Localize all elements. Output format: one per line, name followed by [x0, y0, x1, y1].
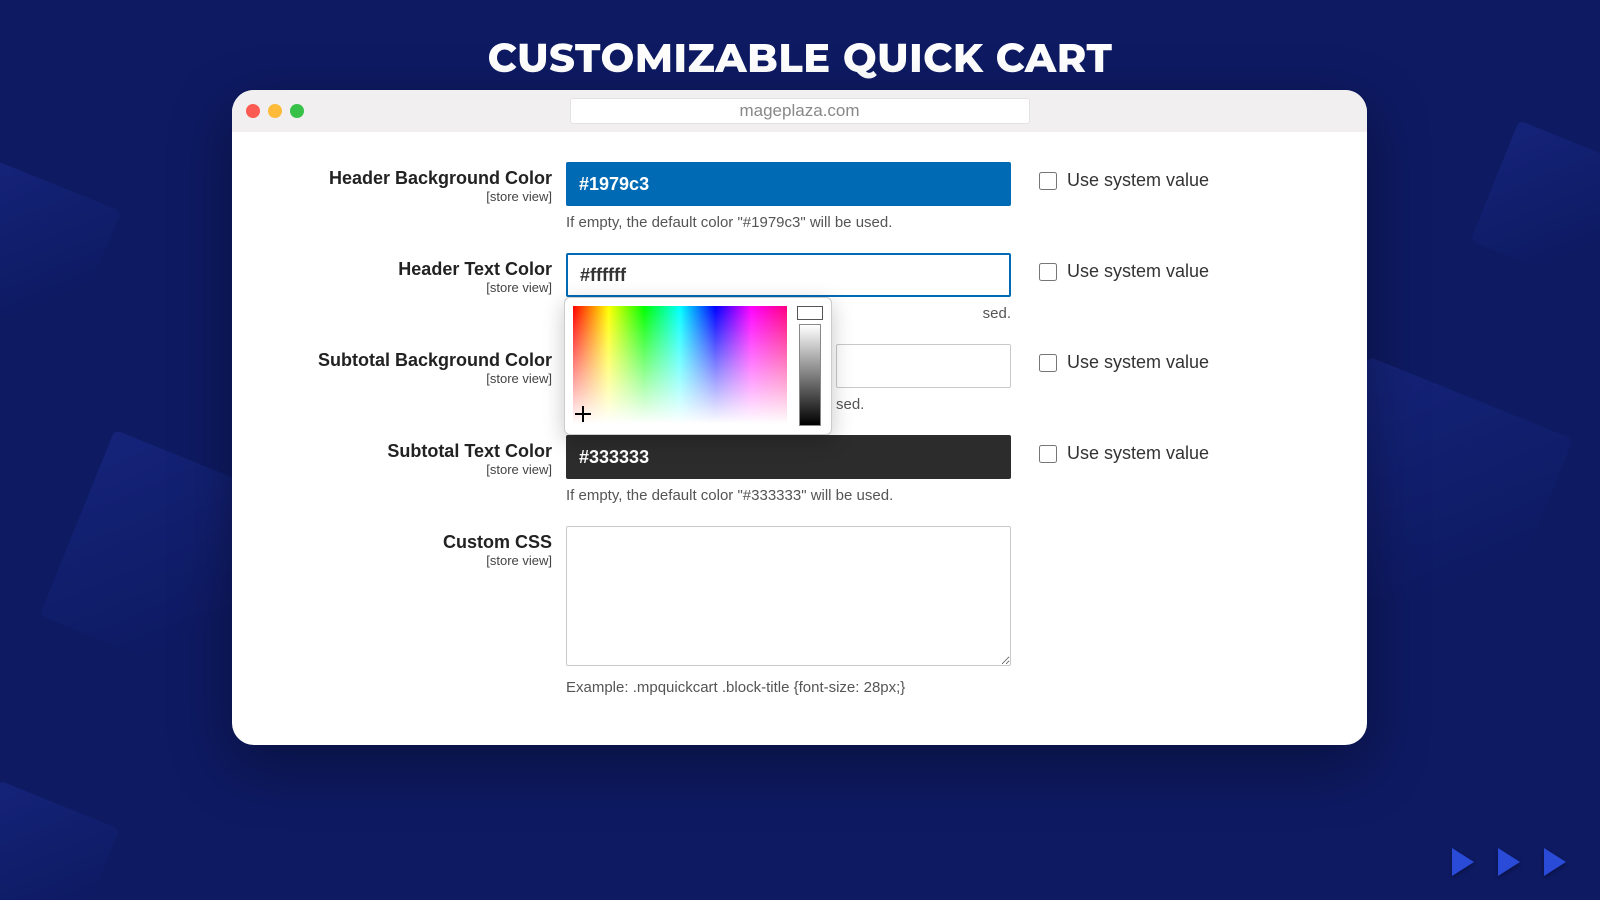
use-system-label: Use system value [1067, 170, 1209, 191]
field-hint-truncated: sed. [836, 305, 1011, 322]
address-bar[interactable]: mageplaza.com [570, 98, 1030, 124]
use-system-checkbox[interactable] [1039, 445, 1057, 463]
field-label: Header Text Color [256, 259, 552, 280]
arrow-icon [1498, 848, 1520, 876]
color-spectrum[interactable] [573, 306, 787, 424]
field-subtotal-text: Subtotal Text Color [store view] #333333… [256, 435, 1343, 504]
window-minimize-icon[interactable] [268, 104, 282, 118]
decorative-cube [1470, 120, 1600, 289]
subtotal-bg-color-input[interactable] [836, 344, 1011, 388]
use-system-label: Use system value [1067, 443, 1209, 464]
settings-form: Header Background Color [store view] #19… [232, 132, 1367, 745]
spectrum-cursor-icon [575, 406, 591, 422]
use-system-checkbox[interactable] [1039, 172, 1057, 190]
field-label: Subtotal Background Color [256, 350, 552, 371]
field-scope: [store view] [256, 553, 552, 568]
field-scope: [store view] [256, 462, 552, 477]
field-scope: [store view] [256, 280, 552, 295]
use-system-checkbox[interactable] [1039, 263, 1057, 281]
use-system-label: Use system value [1067, 352, 1209, 373]
field-hint: If empty, the default color "#1979c3" wi… [566, 214, 1011, 231]
decorative-cube [0, 159, 121, 341]
browser-window: mageplaza.com Header Background Color [s… [232, 90, 1367, 745]
field-header-bg: Header Background Color [store view] #19… [256, 162, 1343, 231]
field-custom-css: Custom CSS [store view] Example: .mpquic… [256, 526, 1343, 696]
lightness-slider[interactable] [799, 324, 821, 426]
field-label: Subtotal Text Color [256, 441, 552, 462]
decorative-cube [0, 780, 120, 900]
header-text-color-input[interactable]: #ffffff [566, 253, 1011, 297]
use-system-label: Use system value [1067, 261, 1209, 282]
header-bg-color-input[interactable]: #1979c3 [566, 162, 1011, 206]
arrow-icon [1544, 848, 1566, 876]
field-header-text: Header Text Color [store view] #ffffff s… [256, 253, 1343, 322]
color-picker-popover [564, 297, 832, 435]
window-close-icon[interactable] [246, 104, 260, 118]
field-label: Header Background Color [256, 168, 552, 189]
subtotal-text-color-input[interactable]: #333333 [566, 435, 1011, 479]
field-hint: Example: .mpquickcart .block-title {font… [566, 679, 1011, 696]
decorative-arrows [1452, 848, 1566, 876]
custom-css-textarea[interactable] [566, 526, 1011, 666]
field-label: Custom CSS [256, 532, 552, 553]
window-maximize-icon[interactable] [290, 104, 304, 118]
field-scope: [store view] [256, 371, 552, 386]
field-hint: If empty, the default color "#333333" wi… [566, 487, 1011, 504]
field-scope: [store view] [256, 189, 552, 204]
use-system-checkbox[interactable] [1039, 354, 1057, 372]
field-hint-truncated: sed. [836, 396, 1011, 413]
arrow-icon [1452, 848, 1474, 876]
current-color-swatch [797, 306, 823, 320]
window-titlebar: mageplaza.com [232, 90, 1367, 132]
page-title: CUSTOMIZABLE QUICK CART [0, 0, 1600, 83]
